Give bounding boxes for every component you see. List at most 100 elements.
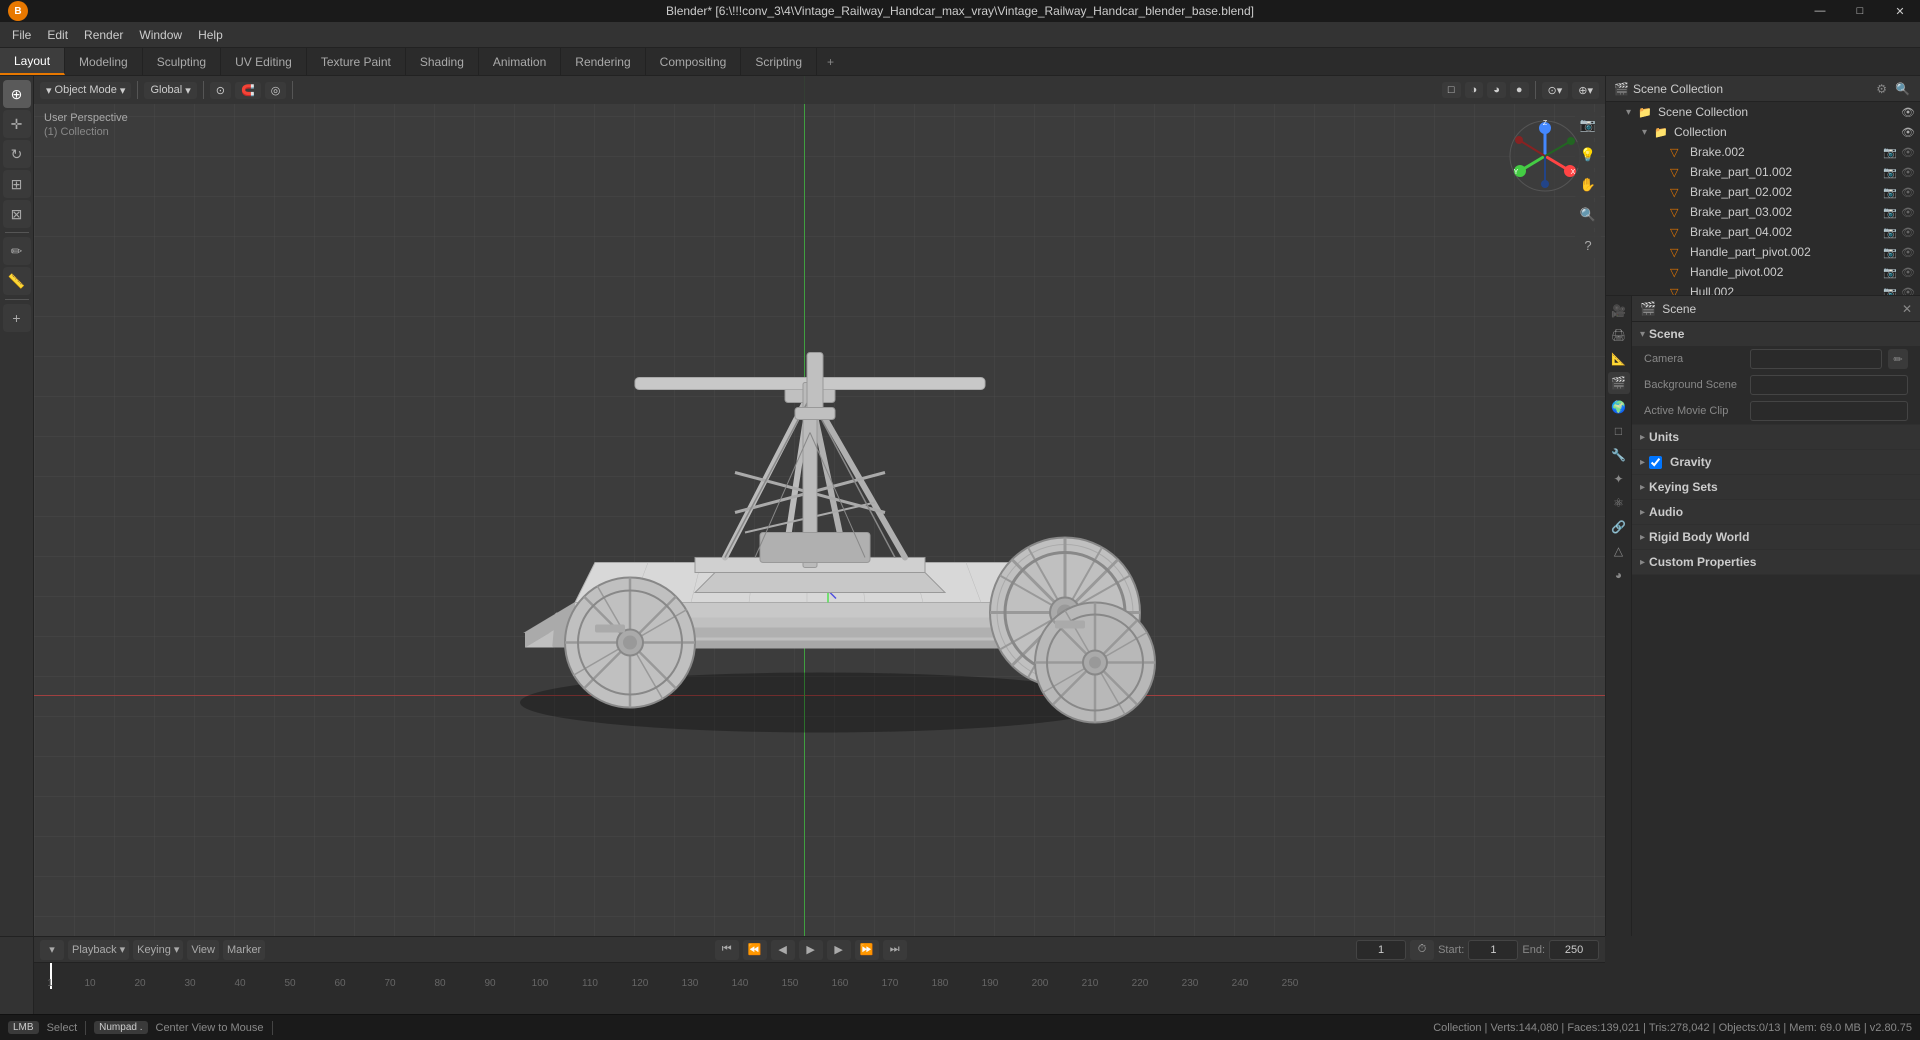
viewport-pan-icon[interactable]: ✋ bbox=[1575, 172, 1601, 198]
viewport-3d[interactable]: ▾ Object Mode ▾ Global ▾ ⊙ 🧲 ◎ □ ◑ ◕ bbox=[34, 76, 1605, 936]
restrict-viewport-icon[interactable]: 👁 bbox=[1900, 145, 1916, 160]
viewport-help-icon[interactable]: ? bbox=[1575, 232, 1601, 258]
viewport-global-selector[interactable]: Global ▾ bbox=[144, 82, 196, 99]
tool-measure[interactable]: 📏 bbox=[3, 267, 31, 295]
restrict-render-icon[interactable]: 📷 bbox=[1882, 245, 1898, 260]
prop-icon-physics[interactable]: ⚛ bbox=[1608, 492, 1630, 514]
restrict-render-icon[interactable]: 📷 bbox=[1882, 225, 1898, 240]
prop-rigid-body-header[interactable]: ▸ Rigid Body World bbox=[1632, 525, 1920, 549]
close-button[interactable]: ✕ bbox=[1880, 0, 1920, 22]
restrict-render-icon[interactable]: 📷 bbox=[1882, 185, 1898, 200]
prop-icon-material[interactable]: ◕ bbox=[1608, 564, 1630, 586]
restrict-render-icon[interactable]: 📷 bbox=[1882, 165, 1898, 180]
tab-layout[interactable]: Layout bbox=[0, 48, 65, 75]
timeline-end-frame[interactable]: 250 bbox=[1549, 940, 1599, 960]
tool-rotate[interactable]: ↻ bbox=[3, 140, 31, 168]
tab-add-button[interactable]: + bbox=[817, 48, 844, 75]
tab-texture-paint[interactable]: Texture Paint bbox=[307, 48, 406, 75]
bg-scene-value[interactable] bbox=[1750, 375, 1908, 395]
menu-render[interactable]: Render bbox=[76, 26, 131, 44]
gravity-checkbox[interactable] bbox=[1649, 456, 1662, 469]
tab-scripting[interactable]: Scripting bbox=[741, 48, 817, 75]
tool-annotate[interactable]: ✏ bbox=[3, 237, 31, 265]
viewport-shading-material[interactable]: ◕ bbox=[1487, 82, 1506, 98]
timeline-current-frame[interactable]: 1 bbox=[1356, 940, 1406, 960]
prop-icon-object[interactable]: □ bbox=[1608, 420, 1630, 442]
outliner-item-brake-part-03[interactable]: ▸ ▽ Brake_part_03.002 📷 👁 bbox=[1606, 202, 1920, 222]
tool-cursor[interactable]: ⊕ bbox=[3, 80, 31, 108]
timeline-step-prev[interactable]: ◀ bbox=[771, 940, 795, 960]
timeline-playback-label[interactable]: Playback ▾ bbox=[68, 940, 129, 960]
outliner-item-hull[interactable]: ▸ ▽ Hull.002 📷 👁 bbox=[1606, 282, 1920, 296]
outliner-filter[interactable]: ⚙ bbox=[1874, 80, 1889, 98]
menu-file[interactable]: File bbox=[4, 26, 39, 44]
restrict-render-icon[interactable]: 📷 bbox=[1882, 285, 1898, 297]
viewport-shading-wire[interactable]: □ bbox=[1442, 82, 1461, 98]
prop-units-header[interactable]: ▸ Units bbox=[1632, 425, 1920, 449]
timeline-view-label[interactable]: View bbox=[187, 940, 219, 960]
maximize-button[interactable]: □ bbox=[1840, 0, 1880, 22]
outliner-item-brake-part-01[interactable]: ▸ ▽ Brake_part_01.002 📷 👁 bbox=[1606, 162, 1920, 182]
movie-clip-value[interactable] bbox=[1750, 401, 1908, 421]
restrict-viewport-icon[interactable]: 👁 bbox=[1900, 245, 1916, 260]
prop-icon-view-layer[interactable]: 📐 bbox=[1608, 348, 1630, 370]
eye-icon[interactable]: 👁 bbox=[1900, 125, 1916, 140]
proportional-edit[interactable]: ◎ bbox=[265, 82, 287, 99]
timeline-jump-prev[interactable]: ⏪ bbox=[743, 940, 767, 960]
viewport-lights-icon[interactable]: 💡 bbox=[1575, 142, 1601, 168]
menu-window[interactable]: Window bbox=[131, 26, 190, 44]
timeline-loop-icon[interactable]: ⏱ bbox=[1410, 940, 1434, 960]
timeline-type-selector[interactable]: ▾ bbox=[40, 940, 64, 960]
timeline-jump-start[interactable]: ⏮ bbox=[715, 940, 739, 960]
prop-icon-output[interactable]: 🖨 bbox=[1608, 324, 1630, 346]
tool-move[interactable]: ✛ bbox=[3, 110, 31, 138]
snap-toggle[interactable]: 🧲 bbox=[235, 82, 261, 99]
restrict-viewport-icon[interactable]: 👁 bbox=[1900, 205, 1916, 220]
minimize-button[interactable]: — bbox=[1800, 0, 1840, 22]
outliner-item-scene-collection[interactable]: ▾ 📁 Scene Collection 👁 bbox=[1606, 102, 1920, 122]
prop-icon-particles[interactable]: ✦ bbox=[1608, 468, 1630, 490]
outliner-item-handle-pivot[interactable]: ▸ ▽ Handle_pivot.002 📷 👁 bbox=[1606, 262, 1920, 282]
tab-sculpting[interactable]: Sculpting bbox=[143, 48, 221, 75]
restrict-viewport-icon[interactable]: 👁 bbox=[1900, 285, 1916, 297]
tab-rendering[interactable]: Rendering bbox=[561, 48, 645, 75]
tab-shading[interactable]: Shading bbox=[406, 48, 479, 75]
outliner-item-collection[interactable]: ▾ 📁 Collection 👁 bbox=[1606, 122, 1920, 142]
restrict-viewport-icon[interactable]: 👁 bbox=[1900, 185, 1916, 200]
outliner-item-brake-part-02[interactable]: ▸ ▽ Brake_part_02.002 📷 👁 bbox=[1606, 182, 1920, 202]
prop-icon-modifier[interactable]: 🔧 bbox=[1608, 444, 1630, 466]
outliner-item-brake-part-04[interactable]: ▸ ▽ Brake_part_04.002 📷 👁 bbox=[1606, 222, 1920, 242]
tool-add[interactable]: + bbox=[3, 304, 31, 332]
viewport-zoom-icon[interactable]: 🔍 bbox=[1575, 202, 1601, 228]
restrict-render-icon[interactable]: 📷 bbox=[1882, 265, 1898, 280]
restrict-viewport-icon[interactable]: 👁 bbox=[1900, 225, 1916, 240]
camera-value[interactable] bbox=[1750, 349, 1882, 369]
timeline-play[interactable]: ▶ bbox=[799, 940, 823, 960]
menu-help[interactable]: Help bbox=[190, 26, 231, 44]
restrict-render-icon[interactable]: 📷 bbox=[1882, 205, 1898, 220]
overlays-button[interactable]: ⊙▾ bbox=[1542, 82, 1569, 99]
prop-gravity-header[interactable]: ▸ Gravity bbox=[1632, 450, 1920, 474]
viewport-mode-selector[interactable]: ▾ Object Mode ▾ bbox=[40, 82, 131, 99]
prop-close-button[interactable]: ✕ bbox=[1902, 302, 1912, 316]
timeline-jump-next[interactable]: ⏩ bbox=[855, 940, 879, 960]
gizmos-button[interactable]: ⊕▾ bbox=[1572, 82, 1599, 99]
outliner-item-handle-part-pivot[interactable]: ▸ ▽ Handle_part_pivot.002 📷 👁 bbox=[1606, 242, 1920, 262]
restrict-viewport-icon[interactable]: 👁 bbox=[1900, 265, 1916, 280]
restrict-viewport-icon[interactable]: 👁 bbox=[1900, 165, 1916, 180]
viewport-gizmo[interactable]: Z X Y bbox=[1505, 116, 1585, 196]
eye-icon[interactable]: 👁 bbox=[1900, 105, 1916, 120]
tool-scale[interactable]: ⊞ bbox=[3, 170, 31, 198]
tab-animation[interactable]: Animation bbox=[479, 48, 561, 75]
tab-modeling[interactable]: Modeling bbox=[65, 48, 143, 75]
timeline-ruler[interactable]: 1 10 20 30 40 50 60 70 80 90 100 110 120… bbox=[34, 963, 1605, 989]
outliner-search[interactable]: 🔍 bbox=[1893, 80, 1912, 98]
prop-icon-scene[interactable]: 🎬 bbox=[1608, 372, 1630, 394]
prop-icon-world[interactable]: 🌍 bbox=[1608, 396, 1630, 418]
timeline-start-frame[interactable]: 1 bbox=[1468, 940, 1518, 960]
prop-scene-section-header[interactable]: ▾ Scene bbox=[1632, 322, 1920, 346]
timeline-step-next[interactable]: ▶ bbox=[827, 940, 851, 960]
timeline-keying-label[interactable]: Keying ▾ bbox=[133, 940, 183, 960]
viewport-shading-solid[interactable]: ◑ bbox=[1465, 82, 1484, 98]
tab-uv-editing[interactable]: UV Editing bbox=[221, 48, 307, 75]
